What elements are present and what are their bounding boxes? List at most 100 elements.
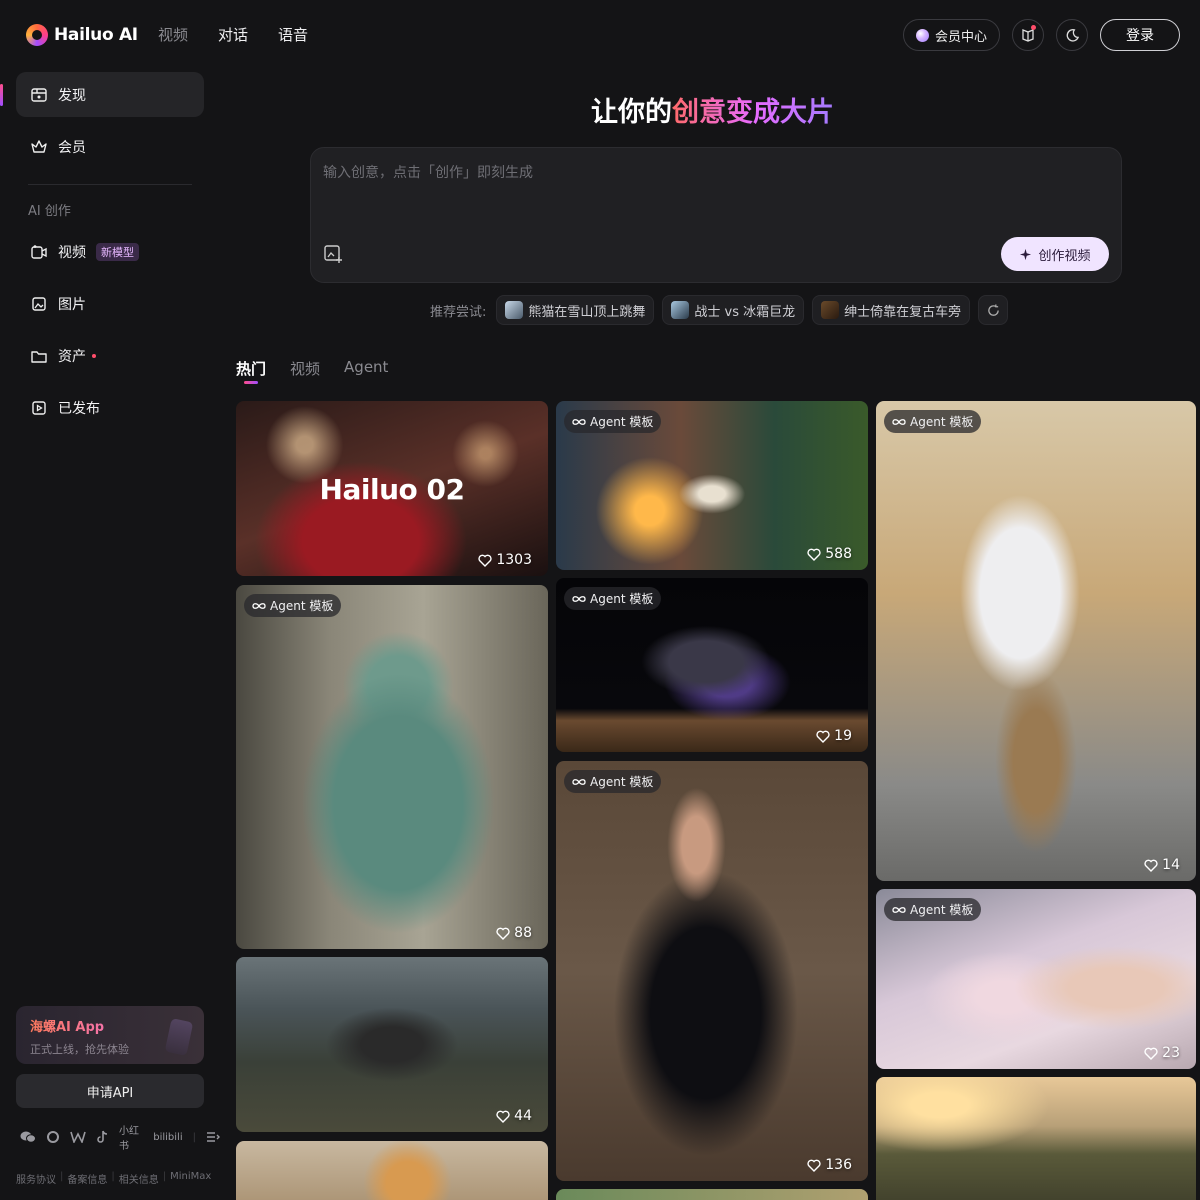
sidebar-item-image[interactable]: 图片	[16, 281, 204, 326]
login-button[interactable]: 登录	[1100, 19, 1180, 51]
social-links: 小红书 bilibili |	[20, 1122, 220, 1152]
member-center-button[interactable]: 会员中心	[902, 19, 1000, 51]
refresh-logo-icon[interactable]	[46, 1129, 60, 1145]
like-count[interactable]: 1303	[478, 552, 532, 568]
gem-icon	[915, 28, 929, 42]
logo[interactable]: Hailuo AI	[26, 24, 138, 46]
sidebar-item-published[interactable]: 已发布	[16, 385, 204, 430]
footer-link-info[interactable]: 相关信息	[119, 1171, 159, 1186]
tab-underline	[244, 381, 258, 384]
heart-icon	[807, 548, 821, 561]
suggestion-thumb	[671, 301, 690, 319]
suggestion-chip[interactable]: 战士 vs 冰霜巨龙	[662, 295, 805, 325]
hero-title-plain: 让你的	[591, 97, 672, 128]
feed-card[interactable]: Agent 模板 88	[236, 585, 548, 949]
like-count[interactable]: 88	[496, 925, 532, 941]
prompt-placeholder: 输入创意，点击「创作」即刻生成	[323, 165, 533, 181]
footer-link-minimax[interactable]: MiniMax	[170, 1171, 211, 1186]
sidebar-item-assets[interactable]: 资产	[16, 333, 204, 378]
create-video-button[interactable]: 创作视频	[1001, 237, 1109, 271]
tab-video[interactable]: 视频	[290, 358, 320, 379]
prompt-input-box[interactable]: 输入创意，点击「创作」即刻生成 创作视频	[310, 147, 1122, 283]
feed-card[interactable]	[556, 1189, 868, 1200]
infinity-icon	[892, 906, 906, 913]
member-center-label: 会员中心	[934, 29, 987, 45]
wechat-icon[interactable]	[20, 1129, 36, 1145]
weibo-icon[interactable]	[70, 1129, 86, 1145]
tab-hot[interactable]: 热门	[236, 358, 266, 379]
top-nav: 视频 对话 语音	[158, 24, 308, 45]
footer-link-terms[interactable]: 服务协议	[16, 1171, 56, 1186]
heart-icon	[496, 1110, 510, 1123]
folder-icon	[31, 350, 47, 363]
theme-toggle-button[interactable]	[1056, 19, 1088, 51]
crown-icon	[31, 139, 47, 153]
feed-card[interactable]: Agent 模板 19	[556, 578, 868, 752]
apply-api-button[interactable]: 申请API	[16, 1074, 204, 1108]
feed-card[interactable]: Agent 模板 14	[876, 401, 1196, 881]
app-promo-title: 海螺AI App	[30, 1016, 190, 1035]
logo-text: Hailuo AI	[54, 25, 138, 45]
suggestion-text: 战士 vs 冰霜巨龙	[694, 304, 796, 320]
sidebar-item-member[interactable]: 会员	[16, 124, 204, 169]
feed-card[interactable]: 44	[236, 957, 548, 1132]
like-count[interactable]: 14	[1144, 857, 1180, 873]
sidebar-item-label: 视频	[58, 244, 86, 261]
like-count[interactable]: 23	[1144, 1045, 1180, 1061]
nav-chat[interactable]: 对话	[218, 24, 248, 45]
like-count[interactable]: 588	[807, 546, 852, 562]
card-title: Hailuo 02	[319, 473, 465, 506]
heart-icon	[807, 1159, 821, 1172]
refresh-suggestions-button[interactable]	[978, 295, 1009, 325]
infinity-icon	[572, 595, 586, 602]
menu-icon[interactable]	[206, 1129, 220, 1145]
agent-template-tag: Agent 模板	[564, 770, 662, 793]
feed-card[interactable]: Agent 模板 23	[876, 889, 1196, 1069]
infinity-icon	[572, 418, 586, 425]
image-upload-button[interactable]	[323, 244, 345, 266]
nav-video[interactable]: 视频	[158, 24, 188, 45]
infinity-icon	[252, 602, 266, 609]
heart-icon	[1144, 1047, 1158, 1060]
sidebar-item-label: 图片	[58, 296, 86, 313]
footer-link-filing[interactable]: 备案信息	[67, 1171, 107, 1186]
bilibili-link[interactable]: bilibili	[153, 1132, 182, 1143]
like-count[interactable]: 136	[807, 1157, 852, 1173]
app-promo-card[interactable]: 海螺AI App 正式上线，抢先体验	[16, 1006, 204, 1064]
suggestion-chip[interactable]: 熊猫在雪山顶上跳舞	[496, 295, 655, 325]
sidebar-item-video[interactable]: 视频 新模型	[16, 229, 204, 274]
heart-icon	[1144, 859, 1158, 872]
feed-card[interactable]: Agent 模板 588	[556, 401, 868, 570]
app-root: Hailuo AI 视频 对话 语音 会员中心 登录 发现 会员 AI 创作 视…	[0, 0, 1200, 1200]
agent-template-tag: Agent 模板	[564, 410, 662, 433]
agent-template-tag: Agent 模板	[884, 898, 982, 921]
tab-agent[interactable]: Agent	[344, 358, 388, 379]
published-icon	[32, 400, 46, 415]
suggestion-thumb	[821, 301, 840, 319]
like-count[interactable]: 44	[496, 1108, 532, 1124]
suggestion-chip[interactable]: 绅士倚靠在复古车旁	[812, 295, 971, 325]
assets-dot	[92, 353, 96, 358]
header-actions: 会员中心 登录	[902, 19, 1180, 51]
like-count[interactable]: 19	[816, 728, 852, 744]
create-video-label: 创作视频	[1038, 248, 1091, 264]
sidebar-section-title: AI 创作	[28, 204, 71, 219]
suggestion-text: 绅士倚靠在复古车旁	[844, 304, 962, 320]
notification-button[interactable]	[1012, 19, 1044, 51]
moon-icon	[1066, 28, 1079, 42]
tiktok-icon[interactable]	[96, 1129, 109, 1145]
suggestion-text: 熊猫在雪山顶上跳舞	[528, 304, 646, 320]
infinity-icon	[892, 418, 906, 425]
feed-card[interactable]	[236, 1141, 548, 1200]
infinity-icon	[572, 778, 586, 785]
feed-tabs: 热门 视频 Agent	[236, 358, 388, 379]
refresh-icon	[987, 303, 999, 316]
feed-card[interactable]	[876, 1077, 1196, 1200]
image-add-icon	[324, 245, 342, 263]
hero-title-gradient: 创意变成大片	[672, 97, 834, 128]
feed-card[interactable]: Hailuo 02 1303	[236, 401, 548, 576]
nav-voice[interactable]: 语音	[278, 24, 308, 45]
feed-card[interactable]: Agent 模板 136	[556, 761, 868, 1181]
xiaohongshu-link[interactable]: 小红书	[119, 1122, 143, 1152]
header: Hailuo AI 视频 对话 语音 会员中心 登录	[0, 0, 1200, 72]
